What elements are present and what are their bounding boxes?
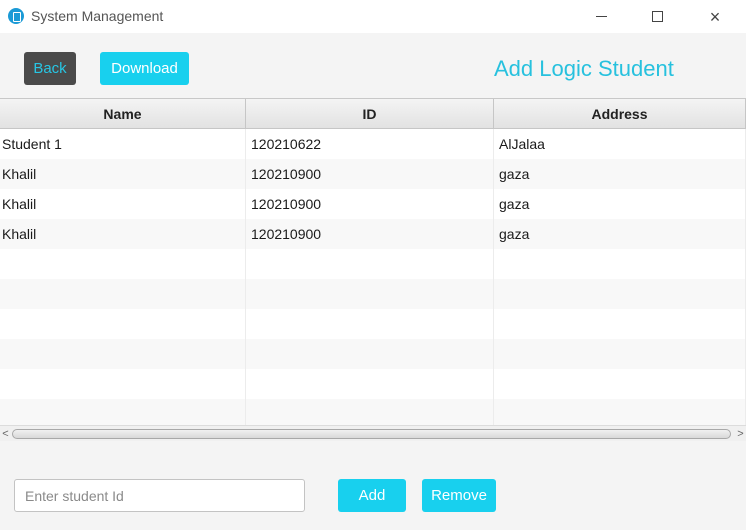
cell-name: Student 1 [0,129,246,159]
cell-address: AlJalaa [494,129,746,159]
cell-address [494,369,746,399]
cell-address [494,399,746,428]
cell-id [246,399,494,428]
close-icon: × [709,6,721,27]
cell-id: 120210900 [246,219,494,249]
maximize-button[interactable] [634,0,680,33]
scroll-left-arrow-icon[interactable]: < [0,426,11,442]
cell-address: gaza [494,189,746,219]
cell-name: Khalil [0,159,246,189]
close-button[interactable]: × [692,0,738,33]
window-title: System Management [31,8,164,24]
cell-id: 120210900 [246,159,494,189]
cell-address: gaza [494,159,746,189]
table-row-empty [0,369,746,399]
back-button[interactable]: Back [24,52,76,85]
download-button[interactable]: Download [100,52,189,85]
cell-address [494,249,746,279]
cell-id [246,339,494,369]
table-row-empty [0,339,746,369]
cell-address [494,309,746,339]
maximize-icon [651,11,663,22]
cell-name [0,249,246,279]
horizontal-scrollbar[interactable]: < > [0,425,746,441]
cell-name [0,279,246,309]
cell-id: 120210900 [246,189,494,219]
column-header-address[interactable]: Address [494,99,746,129]
student-id-input[interactable] [14,479,305,512]
title-bar: System Management × [0,0,746,33]
cell-id: 120210622 [246,129,494,159]
cell-name: Khalil [0,219,246,249]
cell-address [494,339,746,369]
table-row-empty [0,279,746,309]
page-title: Add Logic Student [494,56,674,81]
table-row-empty [0,309,746,339]
table-row[interactable]: Khalil 120210900 gaza [0,219,746,249]
cell-id [246,369,494,399]
table-header: Name ID Address [0,99,746,129]
table-body: Student 1 120210622 AlJalaa Khalil 12021… [0,129,746,428]
remove-button[interactable]: Remove [422,479,496,512]
minimize-icon [595,16,607,17]
column-header-id[interactable]: ID [246,99,494,129]
column-header-name[interactable]: Name [0,99,246,129]
cell-name [0,369,246,399]
scrollbar-thumb[interactable] [12,429,731,439]
cell-address: gaza [494,219,746,249]
table-row[interactable]: Khalil 120210900 gaza [0,159,746,189]
cell-name: Khalil [0,189,246,219]
students-table[interactable]: Name ID Address Student 1 120210622 AlJa… [0,98,746,428]
table-row-empty [0,249,746,279]
app-icon [8,8,24,24]
cell-name [0,339,246,369]
table-row[interactable]: Khalil 120210900 gaza [0,189,746,219]
cell-address [494,279,746,309]
table-row[interactable]: Student 1 120210622 AlJalaa [0,129,746,159]
add-button[interactable]: Add [338,479,406,512]
scroll-right-arrow-icon[interactable]: > [735,426,746,442]
cell-id [246,249,494,279]
cell-name [0,309,246,339]
cell-id [246,309,494,339]
table-row-empty [0,399,746,428]
minimize-button[interactable] [578,0,624,33]
cell-name [0,399,246,428]
cell-id [246,279,494,309]
